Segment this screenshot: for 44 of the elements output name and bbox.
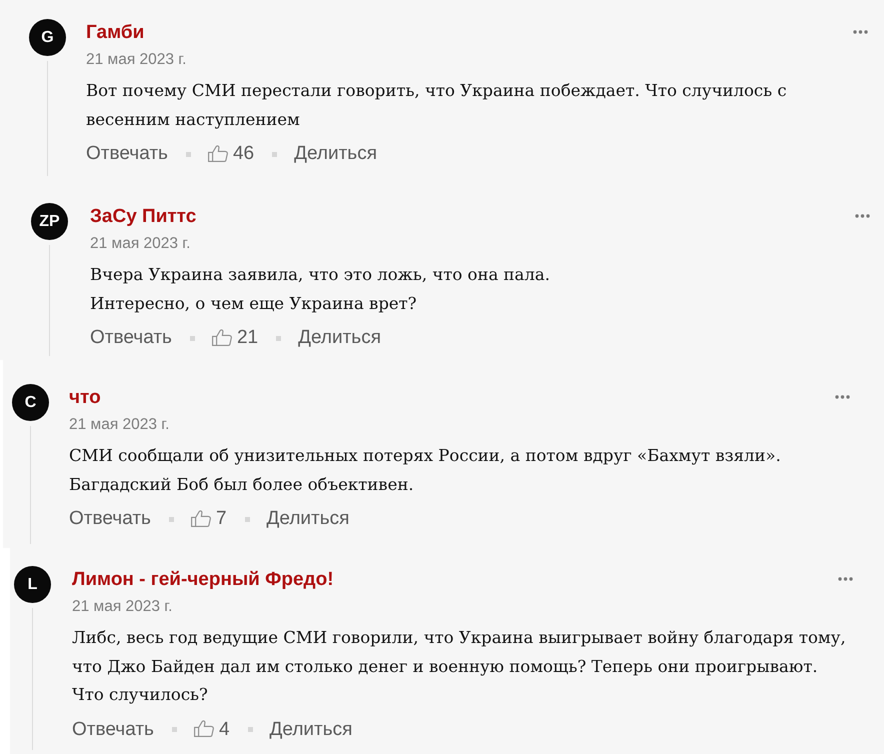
share-button[interactable]: Делиться: [294, 142, 377, 166]
more-icon[interactable]: [838, 576, 853, 580]
more-icon[interactable]: [835, 394, 850, 398]
like-button[interactable]: 7: [190, 507, 227, 531]
thumbs-up-icon: [190, 510, 211, 526]
comment-text: Вчера Украина заявила, что это ложь, что она пала. Интересно, о чем еще Украина врет?: [90, 264, 550, 314]
dot-separator-icon: [272, 152, 278, 156]
reply-button[interactable]: Отвечать: [72, 718, 154, 742]
like-button[interactable]: 4: [194, 718, 230, 742]
comment-text: СМИ сообщали об унизительных потерях России, а потом вдруг «Бахмут взяли». Багдадский Боб был более объективен.: [69, 445, 781, 496]
more-icon[interactable]: [853, 30, 868, 34]
author-name[interactable]: ЗаСу Питтс: [90, 206, 196, 228]
dot-separator-icon: [190, 336, 195, 340]
author-name[interactable]: Лимон - гей-черный Фредо!: [72, 569, 334, 591]
thumbs-up-icon: [194, 720, 214, 737]
avatar: ZP: [31, 203, 68, 240]
author-name[interactable]: Гамби: [86, 22, 144, 44]
dot-separator-icon: [244, 516, 250, 522]
avatar: C: [12, 384, 49, 421]
dot-separator-icon: [248, 727, 253, 732]
dot-separator-icon: [168, 516, 174, 522]
dot-separator-icon: [276, 336, 282, 340]
thumbs-up-icon: [212, 328, 232, 346]
more-icon[interactable]: [855, 214, 870, 218]
reply-button[interactable]: Отвечать: [90, 326, 172, 350]
comment-date: 21 мая 2023 г.: [90, 235, 190, 253]
comment-date: 21 мая 2023 г.: [86, 51, 186, 69]
comment-date: 21 мая 2023 г.: [72, 598, 172, 616]
share-button[interactable]: Делиться: [270, 718, 352, 742]
dot-separator-icon: [186, 152, 191, 156]
author-name[interactable]: что: [69, 387, 101, 409]
reply-button[interactable]: Отвечать: [69, 507, 151, 531]
dot-separator-icon: [172, 727, 177, 732]
comment-date: 21 мая 2023 г.: [69, 416, 170, 434]
like-button[interactable]: 46: [208, 142, 254, 166]
comment-text: Либс, весь год ведущие СМИ говорили, что Украина выигрывает войну благодаря тому, что Джо Байден дал им столько денег и военную помощь? Теперь они проигрывают. Что случилось?: [72, 627, 846, 706]
reply-button[interactable]: Отвечать: [86, 142, 168, 166]
avatar: L: [14, 566, 51, 603]
like-button[interactable]: 21: [212, 326, 258, 350]
comment-text: Вот почему СМИ перестали говорить, что Украина побеждает. Что случилось с весенним наступлением: [86, 80, 787, 131]
share-button[interactable]: Делиться: [266, 507, 350, 531]
thumbs-up-icon: [208, 144, 228, 162]
avatar: G: [29, 19, 66, 56]
share-button[interactable]: Делиться: [298, 326, 381, 350]
